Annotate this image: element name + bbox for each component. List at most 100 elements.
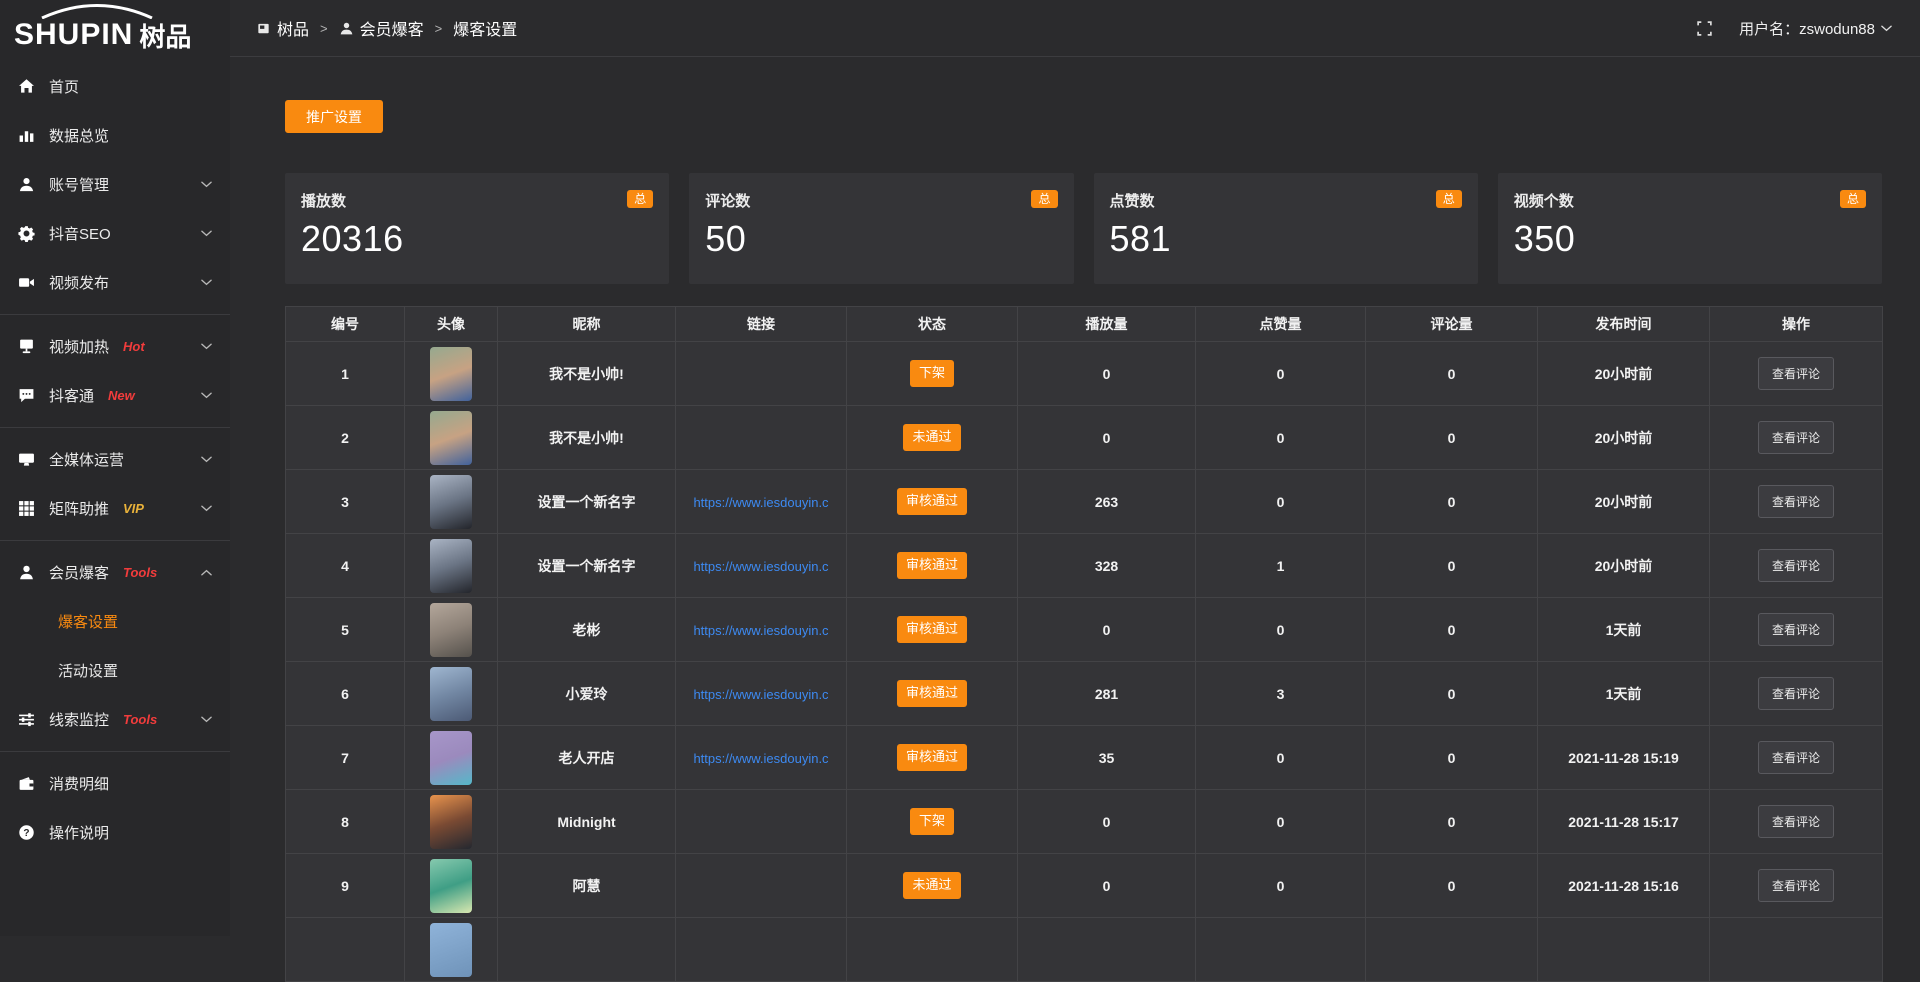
grid-icon <box>18 500 35 517</box>
cell-nickname: 设置一个新名字 <box>498 534 676 598</box>
cell-index: 5 <box>286 598 405 662</box>
column-header: 链接 <box>676 307 847 342</box>
app-window-icon <box>256 21 271 36</box>
view-comments-button[interactable]: 查看评论 <box>1758 421 1834 454</box>
cell-actions: 查看评论 <box>1710 342 1883 406</box>
stat-card-top: 点赞数 总 <box>1110 190 1462 211</box>
cell-status: 下架 <box>847 790 1018 854</box>
sidebar-subitem[interactable]: 活动设置 <box>0 646 230 695</box>
cell-likes: 0 <box>1196 598 1366 662</box>
cell-likes: 1 <box>1196 534 1366 598</box>
view-comments-button[interactable]: 查看评论 <box>1758 677 1834 710</box>
video-link[interactable]: https://www.iesdouyin.c <box>693 559 828 574</box>
video-link[interactable]: https://www.iesdouyin.c <box>693 495 828 510</box>
cell-comments: 0 <box>1366 342 1538 406</box>
video-link[interactable]: https://www.iesdouyin.c <box>693 751 828 766</box>
video-link[interactable]: https://www.iesdouyin.c <box>693 623 828 638</box>
view-comments-button[interactable]: 查看评论 <box>1758 549 1834 582</box>
view-comments-button[interactable]: 查看评论 <box>1758 613 1834 646</box>
sidebar-item-label: 首页 <box>49 76 79 97</box>
fullscreen-icon[interactable] <box>1696 20 1713 37</box>
sidebar-item-screen[interactable]: 视频加热 Hot <box>0 322 230 371</box>
avatar <box>430 667 472 721</box>
sidebar-item-monitor[interactable]: 全媒体运营 <box>0 435 230 484</box>
stat-label: 播放数 <box>301 190 346 211</box>
sidebar-item-badge: New <box>108 388 135 403</box>
sidebar-item-member[interactable]: 会员爆客 Tools <box>0 548 230 597</box>
sidebar-item-label: 账号管理 <box>49 174 109 195</box>
sidebar-item-wallet[interactable]: 消费明细 <box>0 759 230 808</box>
cell-publish-time <box>1538 918 1710 982</box>
logo-text-cn: 树品 <box>139 24 191 50</box>
cell-publish-time: 2021-11-28 15:17 <box>1538 790 1710 854</box>
stat-value: 350 <box>1514 218 1866 260</box>
avatar <box>430 475 472 529</box>
sidebar-item-account[interactable]: 账号管理 <box>0 160 230 209</box>
status-badge[interactable]: 未通过 <box>903 424 960 450</box>
cell-plays: 0 <box>1018 598 1196 662</box>
sidebar-item-home[interactable]: 首页 <box>0 62 230 111</box>
cell-nickname: Midnight <box>498 790 676 854</box>
sidebar-item-badge: Tools <box>123 565 157 580</box>
status-badge[interactable]: 未通过 <box>903 872 960 898</box>
video-link[interactable]: https://www.iesdouyin.c <box>693 687 828 702</box>
view-comments-button[interactable]: 查看评论 <box>1758 869 1834 902</box>
sidebar-item-chat[interactable]: 抖客通 New <box>0 371 230 420</box>
status-badge[interactable]: 下架 <box>910 360 954 386</box>
status-badge[interactable]: 审核通过 <box>897 744 967 770</box>
chevron-down-icon <box>201 505 212 512</box>
cell-comments <box>1366 918 1538 982</box>
cell-nickname: 设置一个新名字 <box>498 470 676 534</box>
cell-actions: 查看评论 <box>1710 470 1883 534</box>
sidebar-item-sliders[interactable]: 线索监控 Tools <box>0 695 230 744</box>
status-badge[interactable]: 审核通过 <box>897 488 967 514</box>
cell-nickname <box>498 918 676 982</box>
table-row: 1 我不是小帅! 下架 0 0 0 20小时前 查看评论 <box>286 342 1883 406</box>
sidebar-item-grid[interactable]: 矩阵助推 VIP <box>0 484 230 533</box>
sidebar-subitem-active[interactable]: 爆客设置 <box>0 597 230 646</box>
menu-divider <box>0 751 230 752</box>
sidebar-item-help[interactable]: ? 操作说明 <box>0 808 230 857</box>
view-comments-button[interactable]: 查看评论 <box>1758 741 1834 774</box>
cell-plays: 0 <box>1018 342 1196 406</box>
view-comments-button[interactable]: 查看评论 <box>1758 357 1834 390</box>
sidebar-item-video[interactable]: 视频发布 <box>0 258 230 307</box>
status-badge[interactable]: 审核通过 <box>897 552 967 578</box>
status-badge[interactable]: 下架 <box>910 808 954 834</box>
chevron-down-icon <box>201 343 212 350</box>
total-badge: 总 <box>1436 190 1462 208</box>
total-badge: 总 <box>627 190 653 208</box>
sidebar-item-bar-chart[interactable]: 数据总览 <box>0 111 230 160</box>
stat-card-top: 播放数 总 <box>301 190 653 211</box>
cell-link <box>676 790 847 854</box>
avatar <box>430 411 472 465</box>
breadcrumb-item[interactable]: 会员爆客 <box>339 16 424 40</box>
status-badge[interactable]: 审核通过 <box>897 616 967 642</box>
view-comments-button[interactable]: 查看评论 <box>1758 805 1834 838</box>
cell-publish-time: 1天前 <box>1538 662 1710 726</box>
sidebar-item-gear[interactable]: 抖音SEO <box>0 209 230 258</box>
cell-index: 9 <box>286 854 405 918</box>
table-row: 6 小爱玲 https://www.iesdouyin.c 审核通过 281 3… <box>286 662 1883 726</box>
help-icon: ? <box>18 824 35 841</box>
sidebar-item-label: 会员爆客 <box>49 562 109 583</box>
cell-link: https://www.iesdouyin.c <box>676 726 847 790</box>
cell-nickname: 阿慧 <box>498 854 676 918</box>
cell-comments: 0 <box>1366 406 1538 470</box>
cell-actions: 查看评论 <box>1710 726 1883 790</box>
breadcrumb-item[interactable]: 树品 <box>256 16 309 40</box>
user-menu[interactable]: 用户名：zswodun88 <box>1739 18 1892 39</box>
chevron-down-icon <box>201 716 212 723</box>
cell-comments: 0 <box>1366 790 1538 854</box>
status-badge[interactable]: 审核通过 <box>897 680 967 706</box>
promo-settings-button[interactable]: 推广设置 <box>285 100 383 133</box>
cell-status: 未通过 <box>847 406 1018 470</box>
topbar-right: 用户名：zswodun88 <box>1696 18 1892 39</box>
view-comments-button[interactable]: 查看评论 <box>1758 485 1834 518</box>
sidebar-item-label: 视频加热 <box>49 336 109 357</box>
avatar <box>430 603 472 657</box>
cell-actions: 查看评论 <box>1710 534 1883 598</box>
app-logo[interactable]: SHUPIN 树品 <box>0 0 230 57</box>
cell-avatar <box>405 470 498 534</box>
stat-card: 播放数 总 20316 <box>285 173 669 284</box>
